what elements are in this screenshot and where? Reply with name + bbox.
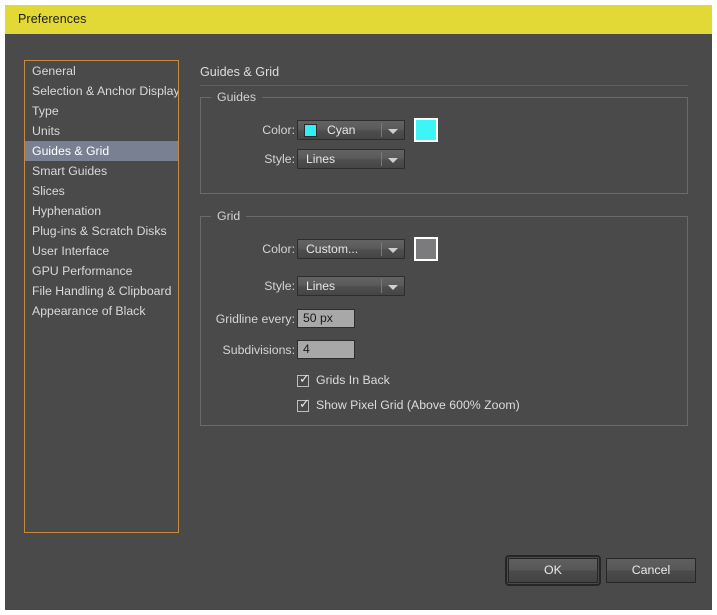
dialog-body: General Selection & Anchor Display Type … <box>5 34 712 610</box>
guides-style-value: Lines <box>306 152 336 166</box>
guides-style-row: Style: Lines <box>201 149 461 171</box>
grid-color-row: Color: Custom... <box>201 237 461 261</box>
gridline-every-input[interactable]: 50 px <box>297 309 355 328</box>
show-pixel-grid-label: Show Pixel Grid (Above 600% Zoom) <box>316 398 520 412</box>
gridline-every-row: Gridline every: 50 px <box>201 309 461 331</box>
sidebar-item-file-handling-clipboard[interactable]: File Handling & Clipboard <box>25 281 178 301</box>
sidebar-item-type[interactable]: Type <box>25 101 178 121</box>
guides-color-row: Color: Cyan <box>201 118 461 142</box>
sidebar-item-selection-anchor-display[interactable]: Selection & Anchor Display <box>25 81 178 101</box>
grid-style-value: Lines <box>306 279 336 293</box>
subdivisions-row: Subdivisions: 4 <box>201 340 461 362</box>
sidebar-item-plugins-scratch-disks[interactable]: Plug-ins & Scratch Disks <box>25 221 178 241</box>
show-pixel-grid-checkbox[interactable]: ✓ <box>297 396 310 412</box>
ok-button[interactable]: OK <box>505 555 601 586</box>
guides-color-preview[interactable] <box>414 118 438 142</box>
subdivisions-label: Subdivisions: <box>222 343 295 357</box>
guides-color-dropdown[interactable]: Cyan <box>297 120 405 140</box>
subdivisions-input[interactable]: 4 <box>297 340 355 359</box>
grid-style-dropdown[interactable]: Lines <box>297 276 405 296</box>
guides-group: Guides Color: Cyan Style: Lines <box>200 90 688 194</box>
checkmark-icon: ✓ <box>299 371 310 386</box>
sidebar-item-gpu-performance[interactable]: GPU Performance <box>25 261 178 281</box>
dropdown-separator <box>381 279 382 293</box>
cancel-button[interactable]: Cancel <box>606 558 696 583</box>
guides-color-swatch-icon <box>304 124 317 137</box>
title-divider <box>200 85 688 86</box>
settings-pane: Guides & Grid Guides Color: Cyan Style: … <box>199 60 688 533</box>
grid-color-dropdown[interactable]: Custom... <box>297 239 405 259</box>
guides-style-label: Style: <box>264 152 295 166</box>
title-bar[interactable]: Preferences <box>5 5 712 34</box>
sidebar-item-hyphenation[interactable]: Hyphenation <box>25 201 178 221</box>
grid-style-label: Style: <box>264 279 295 293</box>
guides-color-value: Cyan <box>327 123 356 137</box>
guides-style-dropdown[interactable]: Lines <box>297 149 405 169</box>
preferences-category-list[interactable]: General Selection & Anchor Display Type … <box>24 60 179 533</box>
window-title: Preferences <box>18 12 87 26</box>
sidebar-item-general[interactable]: General <box>25 61 178 81</box>
grid-color-label: Color: <box>262 242 295 256</box>
chevron-down-icon <box>388 129 398 134</box>
dropdown-separator <box>381 123 382 137</box>
sidebar-item-user-interface[interactable]: User Interface <box>25 241 178 261</box>
grid-color-preview[interactable] <box>414 237 438 261</box>
guides-color-label: Color: <box>262 123 295 137</box>
sidebar-item-guides-grid[interactable]: Guides & Grid <box>25 141 178 161</box>
grid-group: Grid Color: Custom... Style: Lines Gridl… <box>200 209 688 426</box>
sidebar-item-slices[interactable]: Slices <box>25 181 178 201</box>
guides-group-legend: Guides <box>211 90 262 104</box>
sidebar-item-units[interactable]: Units <box>25 121 178 141</box>
chevron-down-icon <box>388 248 398 253</box>
dropdown-separator <box>381 242 382 256</box>
grid-style-row: Style: Lines <box>201 276 461 298</box>
page-title: Guides & Grid <box>200 65 280 79</box>
sidebar-item-appearance-of-black[interactable]: Appearance of Black <box>25 301 178 321</box>
gridline-every-label: Gridline every: <box>215 312 295 326</box>
dropdown-separator <box>381 152 382 166</box>
sidebar-item-smart-guides[interactable]: Smart Guides <box>25 161 178 181</box>
grids-in-back-label: Grids In Back <box>316 373 390 387</box>
grid-color-value: Custom... <box>306 242 359 256</box>
chevron-down-icon <box>388 158 398 163</box>
preferences-dialog: Preferences General Selection & Anchor D… <box>5 5 712 610</box>
grids-in-back-checkbox[interactable]: ✓ <box>297 371 310 387</box>
chevron-down-icon <box>388 285 398 290</box>
grid-group-legend: Grid <box>211 209 247 223</box>
checkmark-icon: ✓ <box>299 396 310 411</box>
